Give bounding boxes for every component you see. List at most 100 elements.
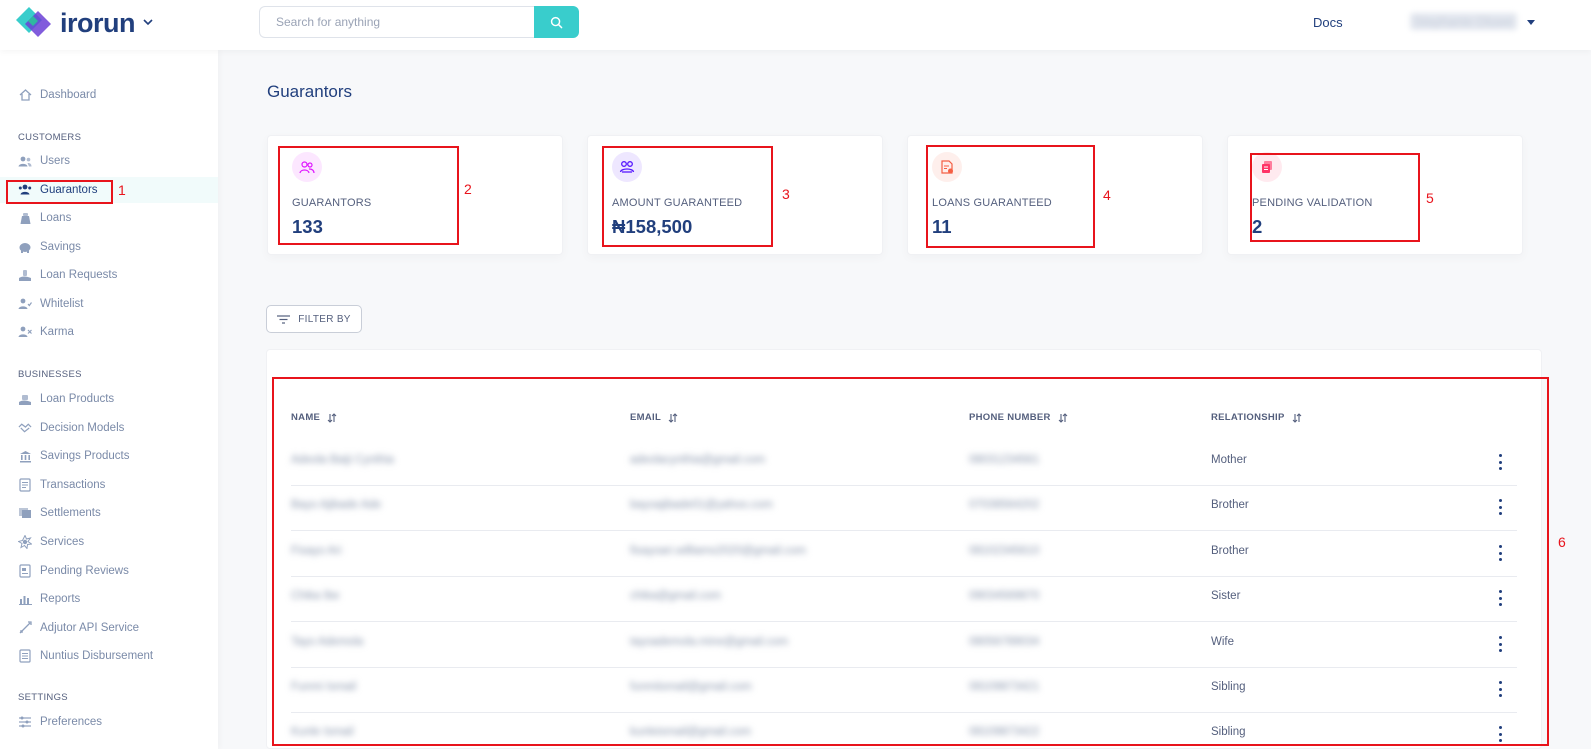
cell-phone: 08102345610 bbox=[969, 545, 1040, 557]
sort-icon[interactable] bbox=[327, 412, 337, 423]
sidebar-item-dashboard[interactable]: Dashboard bbox=[0, 82, 218, 108]
more-options-icon[interactable] bbox=[1493, 545, 1507, 561]
guarantors-icon bbox=[18, 183, 32, 197]
sidebar-item-label: Guarantors bbox=[40, 183, 98, 196]
sidebar-item-label: Loans bbox=[40, 212, 72, 224]
chevron-down-icon[interactable] bbox=[143, 17, 153, 29]
sort-icon[interactable] bbox=[1292, 412, 1302, 423]
column-header-name[interactable]: NAME bbox=[291, 412, 337, 423]
docs-link[interactable]: Docs bbox=[1313, 15, 1343, 30]
sort-icon[interactable] bbox=[668, 412, 678, 423]
sidebar-item-pending-reviews[interactable]: Pending Reviews bbox=[0, 558, 218, 584]
top-bar: irorun Docs Stephanie Oluwe bbox=[0, 0, 1591, 50]
table-row[interactable]: Bayo Ajibade Ade bayoajibade01@yahoo.com 0… bbox=[291, 485, 1517, 531]
section-title-businesses: BUSINESSES bbox=[18, 369, 82, 380]
loan-products-icon bbox=[18, 392, 32, 406]
sidebar-item-karma[interactable]: Karma bbox=[0, 319, 218, 345]
amount-guaranteed-stat-icon bbox=[612, 152, 642, 182]
stat-label: AMOUNT GUARANTEED bbox=[612, 197, 743, 209]
cell-phone: 07038564202 bbox=[969, 499, 1040, 511]
sidebar-item-savings-products[interactable]: Savings Products bbox=[0, 443, 218, 469]
sidebar-item-loan-products[interactable]: Loan Products bbox=[0, 386, 218, 412]
sidebar-item-settlements[interactable]: Settlements bbox=[0, 500, 218, 526]
sidebar-item-preferences[interactable]: Preferences bbox=[0, 709, 218, 735]
sidebar-item-services[interactable]: Services bbox=[0, 529, 218, 555]
sidebar-item-users[interactable]: Users bbox=[0, 148, 218, 174]
cell-email: tayoademola.mine@gmail.com bbox=[630, 636, 789, 648]
cell-relationship: Sister bbox=[1211, 590, 1241, 602]
sidebar-item-label: Services bbox=[40, 536, 85, 548]
sidebar-item-whitelist[interactable]: Whitelist bbox=[0, 291, 218, 317]
cell-email: kunleismail@gmail.com bbox=[630, 726, 751, 738]
transactions-icon bbox=[18, 478, 32, 492]
annotation-label-1: 1 bbox=[118, 182, 126, 198]
table-row[interactable]: Chika Ibe chika@gmail.com 09034569870 Siste… bbox=[291, 576, 1517, 622]
sidebar-item-label: Decision Models bbox=[40, 421, 125, 434]
column-header-relationship[interactable]: RELATIONSHIP bbox=[1211, 412, 1302, 423]
search-button[interactable] bbox=[534, 6, 579, 38]
more-options-icon[interactable] bbox=[1493, 681, 1507, 697]
filter-by-button[interactable]: FILTER BY bbox=[266, 305, 362, 333]
sidebar-item-label: Whitelist bbox=[40, 297, 84, 310]
home-icon bbox=[18, 88, 32, 102]
table-row[interactable]: Fisayo Ari fisayoari.williams2020@gmail.c… bbox=[291, 531, 1517, 577]
stat-value: ₦158,500 bbox=[612, 216, 693, 237]
caret-down-icon[interactable] bbox=[1527, 17, 1536, 27]
sidebar-item-loans[interactable]: Loans bbox=[0, 205, 218, 231]
loans-guaranteed-stat-icon bbox=[932, 152, 962, 182]
table-row[interactable]: Funmi Ismail funmiismail@gmail.com 0810987… bbox=[291, 667, 1517, 713]
table-row[interactable]: Tayo Ademola tayoademola.mine@gmail.com 08… bbox=[291, 622, 1517, 668]
stat-card-loans-guaranteed: LOANS GUARANTEED 11 bbox=[907, 135, 1203, 255]
stat-card-amount-guaranteed: AMOUNT GUARANTEED ₦158,500 bbox=[587, 135, 883, 255]
sidebar-item-transactions[interactable]: Transactions bbox=[0, 472, 218, 498]
sidebar-item-decision-models[interactable]: Decision Models bbox=[0, 415, 218, 441]
more-options-icon[interactable] bbox=[1493, 454, 1507, 470]
sidebar-item-label: Reports bbox=[40, 593, 81, 606]
filter-icon bbox=[277, 314, 291, 324]
column-header-label: RELATIONSHIP bbox=[1211, 412, 1285, 423]
more-options-icon[interactable] bbox=[1493, 636, 1507, 652]
column-header-label: EMAIL bbox=[630, 412, 662, 423]
sidebar-item-loan-requests[interactable]: Loan Requests bbox=[0, 262, 218, 288]
table-row[interactable]: Kunle Ismail kunleismail@gmail.com 0810987… bbox=[291, 712, 1517, 749]
annotation-label-3: 3 bbox=[782, 186, 790, 202]
cell-relationship: Mother bbox=[1211, 454, 1247, 466]
table-row[interactable]: Adeola Baiji Cynthia adeolacynthia@gmail.… bbox=[291, 440, 1517, 486]
guarantors-stat-icon bbox=[292, 152, 322, 182]
more-options-icon[interactable] bbox=[1493, 590, 1507, 606]
sidebar-item-savings[interactable]: Savings bbox=[0, 234, 218, 260]
user-menu[interactable]: Stephanie Oluwe bbox=[1410, 13, 1536, 30]
column-header-label: NAME bbox=[291, 412, 321, 423]
stat-value: 2 bbox=[1252, 216, 1263, 237]
cell-email: fisayoari.williams2020@gmail.com bbox=[630, 545, 806, 557]
sidebar-item-label: Preferences bbox=[40, 716, 103, 728]
column-header-label: PHONE NUMBER bbox=[969, 412, 1051, 423]
more-options-icon[interactable] bbox=[1493, 726, 1507, 742]
savings-products-icon bbox=[18, 449, 32, 463]
cell-name: Funmi Ismail bbox=[291, 681, 357, 693]
sidebar-item-reports[interactable]: Reports bbox=[0, 586, 218, 612]
sidebar: Dashboard CUSTOMERS Users Guarantors Loans… bbox=[0, 50, 218, 749]
sort-icon[interactable] bbox=[1058, 412, 1068, 423]
cell-relationship: Sibling bbox=[1211, 681, 1246, 693]
loans-icon bbox=[18, 211, 32, 225]
more-options-icon[interactable] bbox=[1493, 499, 1507, 515]
sidebar-item-label: Adjutor API Service bbox=[40, 621, 140, 634]
sidebar-item-label: Savings bbox=[40, 240, 81, 253]
column-header-email[interactable]: EMAIL bbox=[630, 412, 678, 423]
search-input[interactable] bbox=[259, 6, 534, 38]
brand-logo[interactable]: irorun bbox=[16, 6, 153, 40]
sidebar-item-adjutor-api-service[interactable]: Adjutor API Service bbox=[0, 615, 218, 641]
annotation-label-4: 4 bbox=[1103, 187, 1111, 203]
sidebar-item-nuntius-disbursement[interactable]: Nuntius Disbursement bbox=[0, 643, 218, 669]
column-header-phone-number[interactable]: PHONE NUMBER bbox=[969, 412, 1068, 423]
sidebar-item-label: Karma bbox=[40, 326, 74, 338]
user-name: Stephanie Oluwe bbox=[1410, 13, 1518, 30]
sidebar-item-label: Savings Products bbox=[40, 450, 130, 463]
section-title-settings: SETTINGS bbox=[18, 692, 68, 703]
whitelist-icon bbox=[18, 297, 32, 311]
cell-email: funmiismail@gmail.com bbox=[630, 681, 752, 693]
sidebar-item-guarantors[interactable]: Guarantors bbox=[0, 176, 218, 203]
filter-by-label: FILTER BY bbox=[298, 313, 351, 325]
logo-icon bbox=[16, 7, 51, 37]
